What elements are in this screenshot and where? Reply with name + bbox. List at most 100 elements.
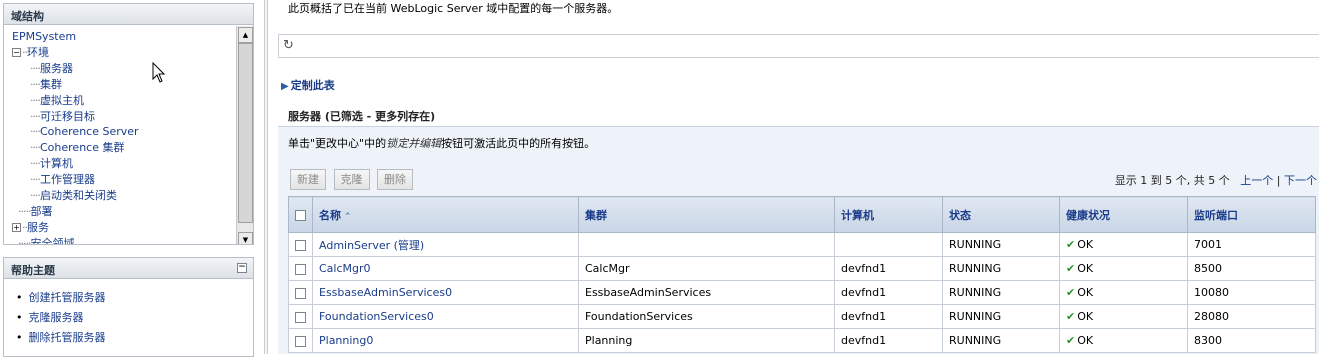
tree-node-label: 安全领域 <box>30 236 75 245</box>
listen-port-cell: 10080 <box>1187 280 1316 305</box>
state-cell: RUNNING <box>942 328 1060 353</box>
ok-check-icon: ✔ <box>1066 310 1076 323</box>
domain-tree: EPMSystem − ··环境 ····服务器 ····集群 ····虚拟主机 ····可… <box>4 26 236 245</box>
customize-table-link[interactable]: ▶ 定制此表 <box>281 77 335 93</box>
tree-scrollbar[interactable]: ▲ ▼ <box>236 26 253 244</box>
tree-connector: ···· <box>30 157 41 171</box>
main-content: 此页概括了已在当前 WebLogic Server 域中配置的每一个服务器。 ↻… <box>278 0 1319 354</box>
tree-node[interactable]: ····计算机 <box>30 156 73 171</box>
tree-node[interactable]: ····Coherence Server <box>30 124 139 139</box>
health-cell: ✔ OK <box>1059 328 1188 353</box>
clone-button[interactable]: 克隆 <box>333 169 370 190</box>
tree-node[interactable]: − ··环境 <box>12 45 49 60</box>
help-topics-panel: 帮助主题 − 创建托管服务器 克隆服务器 删除托管服务器 <box>3 257 254 357</box>
row-checkbox[interactable] <box>295 287 306 299</box>
tree-node[interactable]: ····集群 <box>30 77 62 92</box>
tree-node[interactable]: ····工作管理器 <box>30 172 95 187</box>
tree-node-label: 启动类和关闭类 <box>40 189 117 202</box>
table-toolbar: 新建 克隆 删除 <box>290 169 417 190</box>
tree-node[interactable]: EPMSystem <box>12 29 76 44</box>
server-name-link[interactable]: AdminServer (管理) <box>312 232 579 257</box>
column-header-state[interactable]: 状态 <box>942 196 1060 233</box>
machine-cell: devfnd1 <box>834 328 943 353</box>
domain-structure-title: 域结构 <box>4 4 253 25</box>
tree-node[interactable]: ·····部署 <box>18 204 52 219</box>
machine-cell: devfnd1 <box>834 256 943 281</box>
row-checkbox[interactable] <box>295 311 306 323</box>
collapse-icon[interactable]: − <box>237 263 247 273</box>
help-link-create-server[interactable]: 创建托管服务器 <box>16 288 106 308</box>
select-all-checkbox[interactable] <box>295 209 306 221</box>
help-topics-title: 帮助主题 − <box>4 258 253 279</box>
servers-table-region: 单击"更改中心"中的锁定并编辑按钮可激活此页中的所有按钮。 新建 克隆 删除 显… <box>278 126 1319 354</box>
left-sidebar: 域结构 EPMSystem − ··环境 ····服务器 ····集群 ····虚拟主机 ·… <box>0 0 258 357</box>
health-label: OK <box>1077 262 1094 275</box>
tree-connector: ···· <box>30 93 41 107</box>
scroll-up-button[interactable]: ▲ <box>238 27 253 43</box>
tree-node-label: 计算机 <box>40 157 73 171</box>
table-title: 服务器 (已筛选 - 更多列存在) <box>288 110 436 123</box>
scroll-down-button[interactable]: ▼ <box>238 232 253 244</box>
server-name-link[interactable]: FoundationServices0 <box>312 304 579 329</box>
tree-connector: ···· <box>30 61 41 75</box>
row-select-cell <box>288 256 313 281</box>
table-row: FoundationServices0 FoundationServices dev… <box>288 304 1316 329</box>
server-name-link[interactable]: Planning0 <box>312 328 579 353</box>
column-header-machine[interactable]: 计算机 <box>834 196 943 233</box>
cluster-cell: EssbaseAdminServices <box>578 280 835 305</box>
tree-node-label: Coherence 集群 <box>40 141 125 155</box>
row-checkbox[interactable] <box>295 263 306 275</box>
tree-connector: ····· <box>18 236 32 245</box>
tree-node[interactable]: ····Coherence 集群 <box>30 140 124 155</box>
panel-splitter[interactable] <box>264 0 268 354</box>
health-label: OK <box>1077 238 1094 251</box>
cluster-cell <box>578 232 835 257</box>
server-name-link[interactable]: EssbaseAdminServices0 <box>312 280 579 305</box>
tree-connector: ···· <box>30 77 41 91</box>
column-header-name[interactable]: 名称 ⌃ <box>312 196 579 233</box>
page-description: 此页概括了已在当前 WebLogic Server 域中配置的每一个服务器。 <box>288 2 619 15</box>
column-header-listen-port[interactable]: 监听端口 <box>1187 196 1316 233</box>
server-name-link[interactable]: CalcMgr0 <box>312 256 579 281</box>
refresh-icon[interactable]: ↻ <box>283 38 294 53</box>
next-page-link[interactable]: 下一个 <box>1284 174 1317 187</box>
ok-check-icon: ✔ <box>1066 286 1076 299</box>
tree-node[interactable]: ·····安全领域 <box>18 236 75 245</box>
tree-connector: ···· <box>30 173 41 187</box>
prev-page-link[interactable]: 上一个 <box>1240 174 1273 187</box>
tree-connector: ···· <box>30 109 41 123</box>
new-button[interactable]: 新建 <box>290 169 326 190</box>
health-cell: ✔ OK <box>1059 280 1188 305</box>
table-body: AdminServer (管理) RUNNING ✔ OK 7001 CalcMgr0 Ca… <box>288 232 1316 353</box>
help-link-delete-server[interactable]: 删除托管服务器 <box>16 328 106 348</box>
tree-node[interactable]: + ··服务 <box>12 220 49 235</box>
tree-node-label: 集群 <box>40 77 62 91</box>
row-select-cell <box>288 328 313 353</box>
tree-node[interactable]: ····启动类和关闭类 <box>30 188 117 203</box>
message-text-post: 按钮可激活此页中的所有按钮。 <box>441 137 596 150</box>
ok-check-icon: ✔ <box>1066 334 1076 347</box>
ok-check-icon: ✔ <box>1066 262 1076 275</box>
message-text-pre: 单击"更改中心"中的 <box>288 137 387 150</box>
table-row: Planning0 Planning devfnd1 RUNNING ✔ OK 8300 <box>288 328 1316 353</box>
tree-node[interactable]: ····可迁移目标 <box>30 109 95 124</box>
health-cell: ✔ OK <box>1059 304 1188 329</box>
column-header-cluster[interactable]: 集群 <box>578 196 835 233</box>
tree-node[interactable]: ····虚拟主机 <box>30 93 84 108</box>
health-cell: ✔ OK <box>1059 232 1188 257</box>
state-cell: RUNNING <box>942 232 1060 257</box>
tree-node-label: Coherence Server <box>40 125 139 139</box>
collapse-tree-icon[interactable]: − <box>12 47 21 57</box>
health-cell: ✔ OK <box>1059 256 1188 281</box>
help-link-clone-server[interactable]: 克隆服务器 <box>16 308 106 328</box>
row-checkbox[interactable] <box>295 335 306 347</box>
tree-node-label: EPMSystem <box>12 30 77 43</box>
help-topics-label: 帮助主题 <box>11 264 55 277</box>
delete-button[interactable]: 删除 <box>377 169 413 190</box>
expand-icon[interactable]: + <box>12 222 21 232</box>
scroll-thumb[interactable] <box>238 43 253 223</box>
tree-node[interactable]: ····服务器 <box>30 61 73 76</box>
row-checkbox[interactable] <box>295 239 306 251</box>
pagination-separator: | <box>1276 174 1281 187</box>
column-header-health[interactable]: 健康状况 <box>1059 196 1188 233</box>
